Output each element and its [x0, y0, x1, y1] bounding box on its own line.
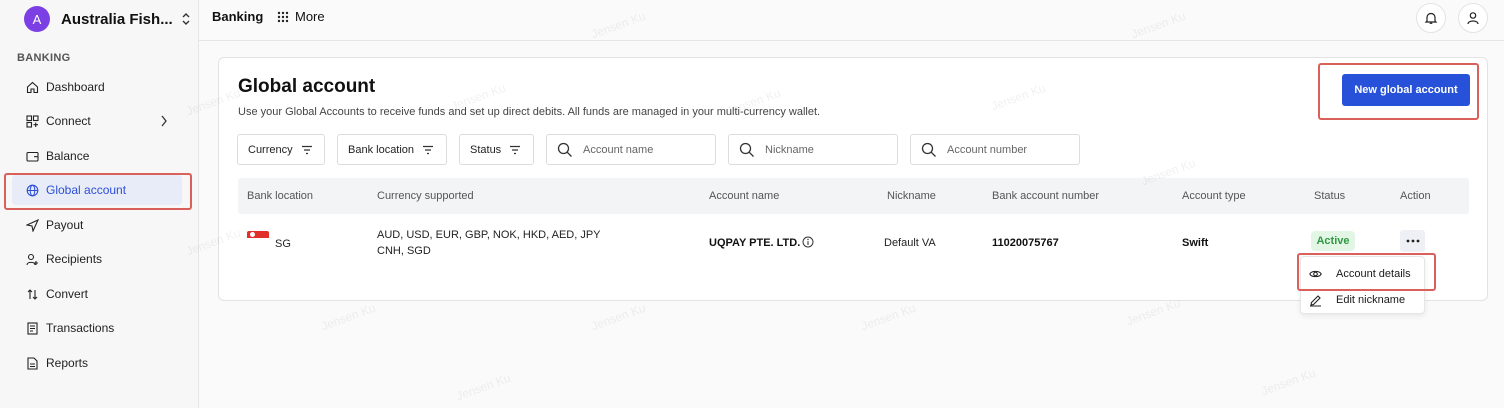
- cell-bank-location: SG: [275, 238, 291, 250]
- sidebar: A Australia Fish... BANKING Dashboard Co…: [0, 0, 199, 408]
- column-header: Account name: [709, 190, 780, 202]
- app-root: A Australia Fish... BANKING Dashboard Co…: [0, 0, 1504, 408]
- page-subtitle: Use your Global Accounts to receive fund…: [238, 106, 821, 118]
- info-icon[interactable]: [802, 236, 814, 248]
- connect-icon: [26, 114, 39, 128]
- status-filter[interactable]: Status: [459, 134, 534, 165]
- status-badge: Active: [1311, 231, 1355, 251]
- transactions-icon: [26, 321, 39, 335]
- sidebar-item-label: Connect: [46, 114, 91, 128]
- table-header: Bank location Currency supported Account…: [238, 178, 1469, 214]
- cell-account-name: UQPAY PTE. LTD.: [709, 237, 801, 249]
- org-switcher[interactable]: A Australia Fish...: [24, 6, 191, 32]
- filter-icon: [423, 145, 434, 154]
- watermark: Jensen Ku: [1259, 365, 1318, 399]
- topbar-more-label: More: [295, 9, 325, 24]
- column-header: Status: [1314, 190, 1346, 202]
- watermark: Jensen Ku: [589, 300, 648, 334]
- chevron-updown-icon: [182, 13, 190, 25]
- highlight-box-account-details: [1297, 253, 1436, 291]
- bank-location-filter-label: Bank location: [348, 143, 415, 156]
- org-avatar: A: [24, 6, 50, 32]
- sidebar-item-payout[interactable]: Payout: [12, 210, 182, 240]
- sidebar-item-label: Payout: [46, 218, 84, 232]
- filter-icon: [510, 145, 521, 154]
- watermark: Jensen Ku: [859, 300, 918, 334]
- menu-item-label: Edit nickname: [1336, 294, 1406, 306]
- currency-filter-label: Currency: [248, 143, 293, 156]
- recipients-icon: [26, 253, 39, 266]
- topbar-more-menu[interactable]: More: [277, 9, 325, 24]
- nickname-search[interactable]: [728, 134, 898, 165]
- watermark: Jensen Ku: [319, 300, 378, 334]
- org-name: Australia Fish...: [61, 10, 173, 28]
- sidebar-item-label: Balance: [46, 149, 90, 163]
- sidebar-item-recipients[interactable]: Recipients: [12, 244, 182, 274]
- account-number-input[interactable]: [947, 143, 1067, 156]
- row-action-button[interactable]: [1400, 230, 1425, 252]
- search-icon: [739, 142, 754, 157]
- account-number-search[interactable]: [910, 134, 1080, 165]
- send-icon: [26, 218, 39, 232]
- profile-button[interactable]: [1458, 3, 1488, 33]
- page-title: Global account: [238, 76, 376, 97]
- sidebar-item-dashboard[interactable]: Dashboard: [12, 72, 182, 102]
- cell-account-type: Swift: [1182, 237, 1209, 249]
- chevron-right-icon: [161, 115, 167, 127]
- bank-location-filter[interactable]: Bank location: [337, 134, 447, 165]
- sidebar-item-connect[interactable]: Connect: [12, 106, 182, 136]
- column-header: Bank location: [247, 190, 314, 202]
- currency-filter[interactable]: Currency: [237, 134, 325, 165]
- cell-account-number: 11020075767: [992, 237, 1059, 249]
- sidebar-item-reports[interactable]: Reports: [12, 348, 182, 378]
- topbar-banking-link[interactable]: Banking: [212, 9, 263, 24]
- column-header: Currency supported: [377, 190, 474, 202]
- sidebar-item-label: Recipients: [46, 252, 103, 266]
- balance-icon: [26, 150, 39, 163]
- grid-icon: [277, 11, 289, 22]
- menu-item-edit-nickname[interactable]: Edit nickname: [1309, 289, 1405, 311]
- bell-icon: [1424, 12, 1438, 24]
- cell-nickname: Default VA: [884, 237, 936, 249]
- highlight-box-global-account: [4, 173, 192, 210]
- home-icon: [26, 81, 39, 94]
- account-name-search[interactable]: [546, 134, 716, 165]
- column-header: Action: [1400, 190, 1431, 202]
- cell-currencies-line2: CNH, SGD: [377, 245, 431, 257]
- sidebar-item-label: Transactions: [46, 321, 115, 335]
- sidebar-item-balance[interactable]: Balance: [12, 141, 182, 171]
- search-icon: [557, 142, 572, 157]
- sidebar-item-label: Convert: [46, 287, 89, 301]
- sidebar-item-transactions[interactable]: Transactions: [12, 313, 182, 343]
- filter-icon: [301, 145, 312, 154]
- sidebar-item-label: Dashboard: [46, 80, 105, 94]
- account-name-input[interactable]: [583, 143, 703, 156]
- nickname-input[interactable]: [765, 143, 885, 156]
- section-title-banking: BANKING: [17, 52, 71, 64]
- column-header: Bank account number: [992, 190, 1100, 202]
- convert-icon: [26, 288, 39, 301]
- more-horizontal-icon: [1406, 239, 1419, 243]
- highlight-box-new-account: [1318, 63, 1479, 120]
- edit-icon: [1310, 294, 1321, 307]
- sidebar-item-convert[interactable]: Convert: [12, 279, 182, 309]
- top-bar: Banking More: [199, 0, 1504, 41]
- cell-currencies-line1: AUD, USD, EUR, GBP, NOK, HKD, AED, JPY: [377, 229, 601, 241]
- column-header: Account type: [1182, 190, 1246, 202]
- notifications-button[interactable]: [1416, 3, 1446, 33]
- user-icon: [1467, 12, 1479, 25]
- reports-icon: [26, 356, 39, 370]
- status-filter-label: Status: [470, 143, 502, 156]
- search-icon: [921, 142, 936, 157]
- column-header: Nickname: [887, 190, 936, 202]
- singapore-flag-icon: [247, 231, 269, 245]
- sidebar-item-label: Reports: [46, 356, 89, 370]
- watermark: Jensen Ku: [454, 370, 513, 404]
